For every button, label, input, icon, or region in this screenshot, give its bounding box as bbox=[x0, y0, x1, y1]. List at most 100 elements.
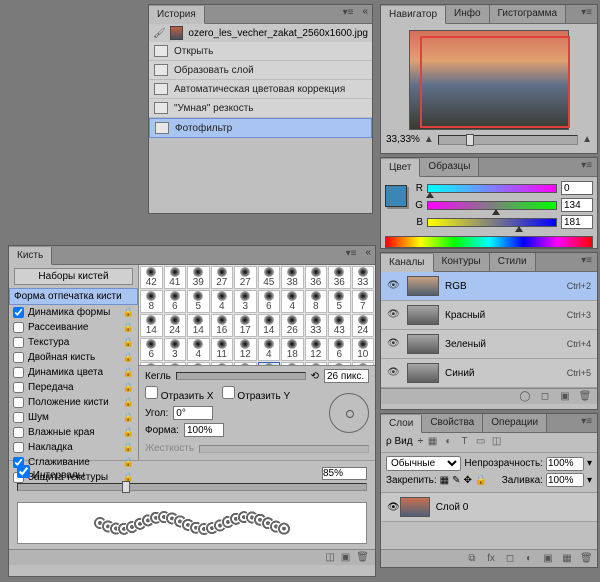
close-icon[interactable]: « bbox=[358, 5, 372, 23]
link-icon[interactable]: ⧉ bbox=[466, 553, 478, 564]
interval-input[interactable] bbox=[322, 467, 367, 480]
panel-menu-icon[interactable]: ▾≡ bbox=[576, 253, 597, 271]
brush-preset[interactable]: 41 bbox=[164, 266, 187, 289]
panel-menu-icon[interactable]: ▾≡ bbox=[338, 5, 359, 23]
spectrum-bar[interactable] bbox=[385, 236, 593, 248]
zoom-out-icon[interactable]: ▲ bbox=[424, 134, 434, 145]
lock-icon[interactable]: 🔒 bbox=[123, 352, 134, 363]
filter-smart-icon[interactable]: ◫ bbox=[490, 436, 503, 449]
lock-transparent-icon[interactable]: ▦ bbox=[440, 475, 449, 486]
adjustment-icon[interactable]: ◐ bbox=[523, 553, 535, 564]
tab-navigator[interactable]: Навигатор bbox=[381, 6, 446, 24]
brush-preset[interactable]: 14 bbox=[140, 314, 163, 337]
angle-input[interactable] bbox=[173, 406, 213, 420]
channel-row[interactable]: RGBCtrl+2 bbox=[381, 272, 597, 301]
brush-preset[interactable]: 24 bbox=[164, 314, 187, 337]
brush-preset[interactable]: 33 bbox=[305, 314, 328, 337]
tab-brush[interactable]: Кисть bbox=[9, 247, 52, 265]
chevron-down-icon[interactable]: ▾ bbox=[587, 458, 592, 469]
eye-icon[interactable] bbox=[387, 338, 401, 350]
brush-preset[interactable]: 4 bbox=[187, 338, 210, 361]
navigator-preview[interactable] bbox=[409, 30, 569, 130]
brush-preset[interactable]: 12 bbox=[234, 338, 257, 361]
brush-preset[interactable]: 5 bbox=[328, 290, 351, 313]
brush-preset[interactable]: 36 bbox=[305, 266, 328, 289]
brush-preset[interactable]: 39 bbox=[187, 266, 210, 289]
layer-row[interactable]: 👁 Слой 0 bbox=[381, 493, 597, 522]
lock-icon[interactable]: 🔒 bbox=[123, 307, 134, 318]
trash-icon[interactable]: 🗑 bbox=[578, 391, 592, 402]
brush-preset[interactable]: 33 bbox=[352, 266, 375, 289]
close-icon[interactable]: « bbox=[361, 246, 375, 264]
brush-preset[interactable]: 8 bbox=[305, 290, 328, 313]
channel-row[interactable]: КрасныйCtrl+3 bbox=[381, 301, 597, 330]
brush-preset[interactable]: 24 bbox=[352, 314, 375, 337]
blend-mode-select[interactable]: Обычные bbox=[386, 456, 461, 471]
option-checkbox[interactable] bbox=[13, 382, 24, 393]
panel-menu-icon[interactable]: ▾≡ bbox=[341, 246, 362, 264]
tab-channels[interactable]: Каналы bbox=[381, 254, 434, 272]
navigator-viewbox[interactable] bbox=[420, 36, 570, 128]
brush-option-row[interactable]: Текстура🔒 bbox=[9, 335, 138, 350]
lock-move-icon[interactable]: ✥ bbox=[464, 475, 472, 486]
history-item[interactable]: "Умная" резкость bbox=[149, 99, 372, 118]
brush-preset[interactable]: 27 bbox=[211, 266, 234, 289]
hardness-slider[interactable] bbox=[199, 445, 369, 453]
tab-paths[interactable]: Контуры bbox=[434, 253, 490, 271]
r-slider[interactable] bbox=[427, 184, 557, 193]
eye-icon[interactable]: 👁 bbox=[387, 502, 400, 513]
brush-option-row[interactable]: Двойная кисть🔒 bbox=[9, 350, 138, 365]
filter-adjust-icon[interactable]: ◐ bbox=[442, 436, 455, 449]
form-input[interactable] bbox=[184, 423, 224, 437]
tab-properties[interactable]: Свойства bbox=[422, 414, 483, 432]
brush-preset[interactable]: 8 bbox=[140, 290, 163, 313]
brush-preset[interactable]: 6 bbox=[164, 290, 187, 313]
flip-x-checkbox[interactable]: Отразить X bbox=[145, 386, 214, 402]
new-preset-icon[interactable]: ▣ bbox=[341, 552, 350, 563]
brush-preset[interactable]: 18 bbox=[281, 338, 304, 361]
option-checkbox[interactable] bbox=[13, 412, 24, 423]
lock-paint-icon[interactable]: ✎ bbox=[452, 475, 460, 486]
tab-swatches[interactable]: Образцы bbox=[420, 158, 479, 176]
panel-menu-icon[interactable]: ▾≡ bbox=[576, 414, 597, 432]
b-slider[interactable] bbox=[427, 218, 557, 227]
panel-menu-icon[interactable]: ▾≡ bbox=[576, 5, 597, 23]
brush-preset[interactable]: 5 bbox=[187, 290, 210, 313]
brush-preset[interactable]: 7 bbox=[352, 290, 375, 313]
brush-preset[interactable]: 3 bbox=[164, 338, 187, 361]
brush-preset[interactable]: 6 bbox=[258, 290, 281, 313]
brush-preset[interactable]: 36 bbox=[328, 266, 351, 289]
chevron-down-icon[interactable]: ▾ bbox=[587, 475, 592, 486]
brush-option-row[interactable]: Динамика формы🔒 bbox=[9, 305, 138, 320]
trash-icon[interactable]: 🗑 bbox=[356, 552, 369, 563]
brush-preset[interactable]: 45 bbox=[258, 266, 281, 289]
brush-preset[interactable]: 14 bbox=[187, 314, 210, 337]
lock-icon[interactable]: 🔒 bbox=[123, 457, 134, 468]
brush-preset[interactable]: 16 bbox=[211, 314, 234, 337]
eye-icon[interactable] bbox=[387, 367, 401, 379]
brush-preset[interactable]: 43 bbox=[328, 314, 351, 337]
brush-preset[interactable]: 14 bbox=[258, 314, 281, 337]
lock-icon[interactable]: 🔒 bbox=[123, 427, 134, 438]
flip-y-checkbox[interactable]: Отразить Y bbox=[222, 386, 291, 402]
history-source-row[interactable]: 🖌 ozero_les_vecher_zakat_2560x1600.jpg bbox=[149, 24, 372, 42]
history-item[interactable]: Автоматическая цветовая коррекция bbox=[149, 80, 372, 99]
filter-shape-icon[interactable]: ▭ bbox=[474, 436, 487, 449]
lock-icon[interactable]: 🔒 bbox=[123, 442, 134, 453]
panel-menu-icon[interactable]: ▾≡ bbox=[576, 158, 597, 176]
mask-icon[interactable]: ◻ bbox=[504, 553, 516, 564]
channel-row[interactable]: ЗеленыйCtrl+4 bbox=[381, 330, 597, 359]
option-checkbox[interactable] bbox=[13, 442, 24, 453]
brush-preset[interactable]: 4 bbox=[211, 290, 234, 313]
brush-preset[interactable]: 10 bbox=[352, 338, 375, 361]
lock-all-icon[interactable]: 🔒 bbox=[475, 475, 487, 486]
brush-preset[interactable]: 17 bbox=[234, 314, 257, 337]
tab-actions[interactable]: Операции bbox=[483, 414, 547, 432]
brush-option-row[interactable]: Положение кисти🔒 bbox=[9, 395, 138, 410]
trash-icon[interactable]: 🗑 bbox=[580, 553, 592, 564]
option-checkbox[interactable] bbox=[13, 352, 24, 363]
brush-preset[interactable]: 11 bbox=[211, 338, 234, 361]
history-item[interactable]: Открыть bbox=[149, 42, 372, 61]
size-input[interactable] bbox=[324, 369, 369, 383]
eye-icon[interactable] bbox=[387, 309, 401, 321]
